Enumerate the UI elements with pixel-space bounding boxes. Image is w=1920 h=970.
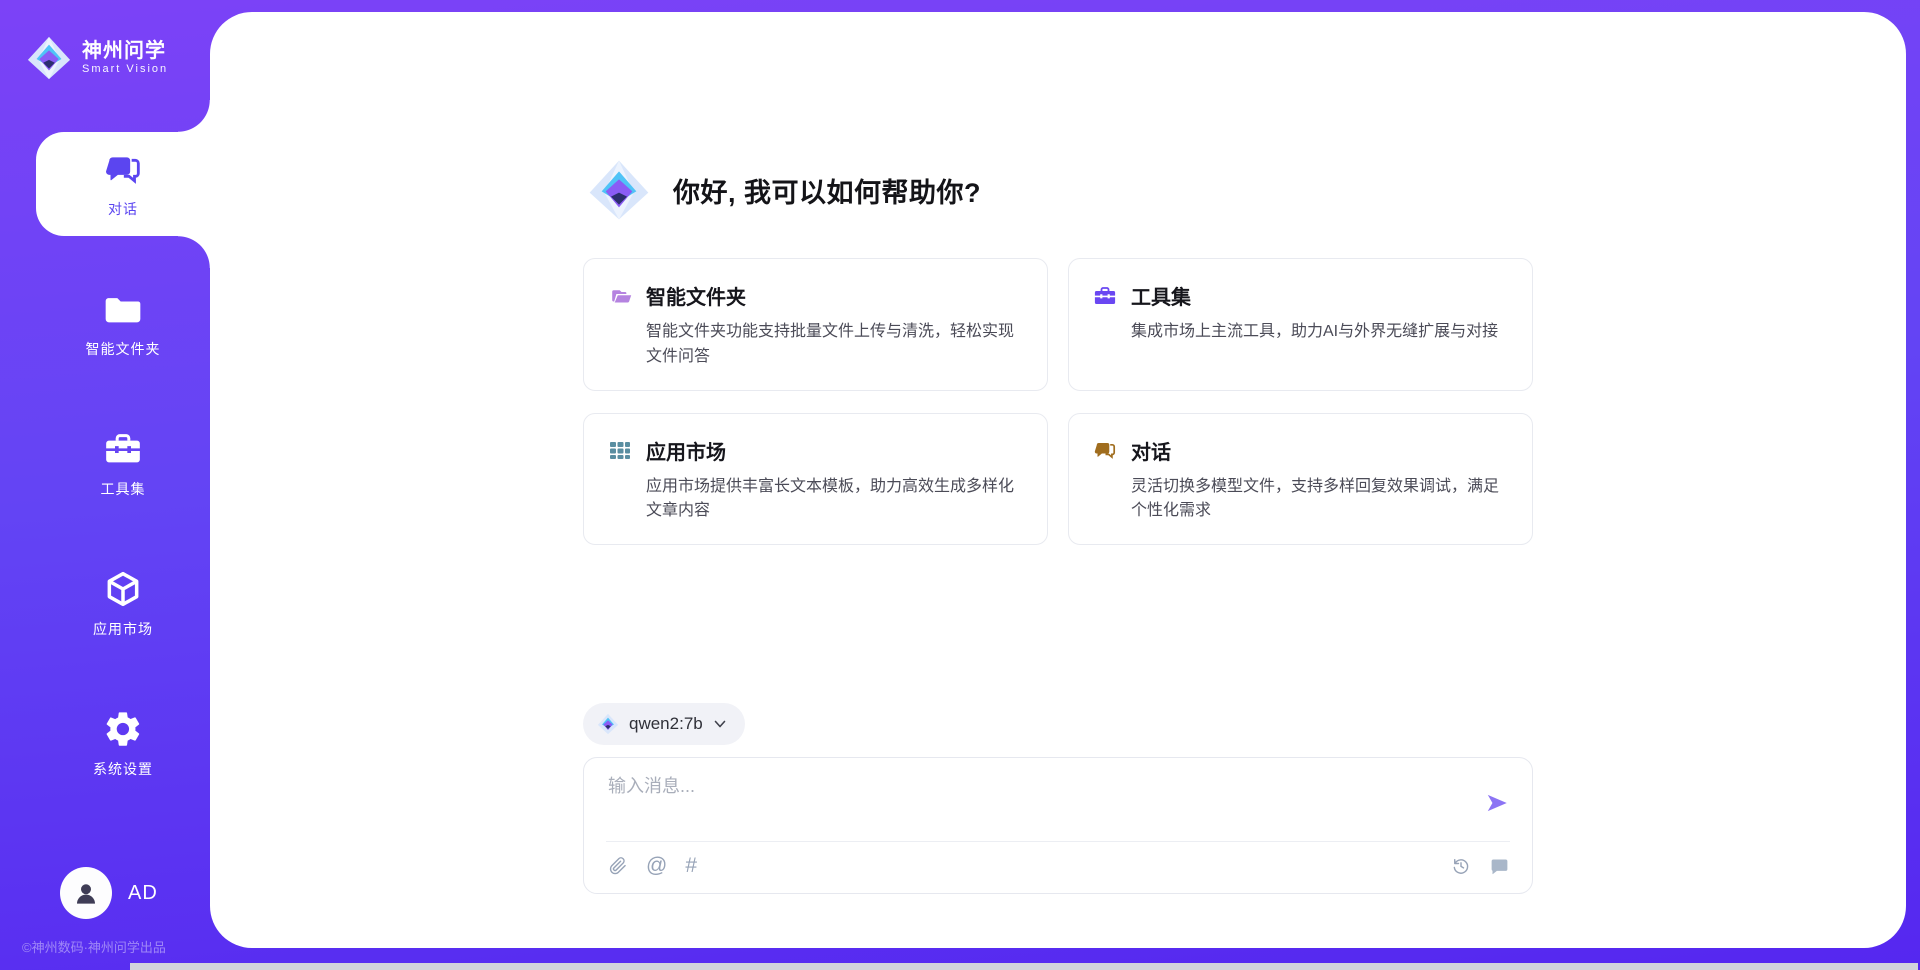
sidebar-item-label: 系统设置 <box>93 759 153 779</box>
card-title: 智能文件夹 <box>646 281 746 310</box>
sidebar-item-label: 应用市场 <box>93 619 153 639</box>
mention-button[interactable]: @ <box>646 854 667 878</box>
card-title: 应用市场 <box>646 436 726 465</box>
folder-icon <box>103 289 143 329</box>
message-input[interactable] <box>608 776 1484 797</box>
sidebar-item-app-market[interactable]: 应用市场 <box>36 552 210 656</box>
card-description: 灵活切换多模型文件，支持多样回复效果调试，满足个性化需求 <box>1131 475 1508 525</box>
horizontal-scrollbar-thumb[interactable] <box>130 963 1918 970</box>
composer: qwen2:7b <box>583 703 1533 934</box>
sidebar-item-toolset[interactable]: 工具集 <box>36 412 210 516</box>
card-description: 应用市场提供丰富长文本模板，助力高效生成多样化文章内容 <box>646 475 1023 525</box>
user-initials: AD <box>128 882 158 905</box>
paperclip-icon <box>608 856 628 876</box>
brand-diamond-icon <box>597 713 619 735</box>
model-name: qwen2:7b <box>629 714 703 734</box>
sidebar: 神州问学 Smart Vision 对话 智能文件夹 工具集 <box>0 0 210 970</box>
person-icon <box>71 878 101 908</box>
card-chat[interactable]: 对话 灵活切换多模型文件，支持多样回复效果调试，满足个性化需求 <box>1068 413 1533 546</box>
brand-diamond-icon <box>26 35 72 81</box>
history-button[interactable] <box>1451 856 1471 876</box>
message-input-box: @ # <box>583 757 1533 894</box>
brand-subtitle: Smart Vision <box>82 63 168 76</box>
sidebar-item-chat[interactable]: 对话 <box>36 132 210 236</box>
greeting-text: 你好, 我可以如何帮助你? <box>673 171 981 210</box>
input-divider <box>606 841 1510 842</box>
brand-text: 神州问学 Smart Vision <box>82 40 168 76</box>
user-profile[interactable]: AD <box>0 867 210 919</box>
sidebar-item-label: 工具集 <box>101 479 146 499</box>
card-app-market[interactable]: 应用市场 应用市场提供丰富长文本模板，助力高效生成多样化文章内容 <box>583 413 1048 546</box>
main-content: 你好, 我可以如何帮助你? 智能文件夹 智能文件夹功能支持批量文件上传与清洗，轻… <box>583 12 1533 934</box>
cube-icon <box>103 569 143 609</box>
brand-diamond-icon <box>587 158 651 222</box>
toolbox-icon <box>103 429 143 469</box>
send-icon <box>1484 790 1510 816</box>
chevron-down-icon <box>713 717 727 731</box>
apps-grid-icon <box>608 438 632 462</box>
attach-button[interactable] <box>608 856 628 876</box>
card-description: 集成市场上主流工具，助力AI与外界无缝扩展与对接 <box>1131 320 1508 345</box>
feature-cards: 智能文件夹 智能文件夹功能支持批量文件上传与清洗，轻松实现文件问答 工具集 集成… <box>583 258 1533 545</box>
sidebar-item-label: 智能文件夹 <box>86 339 161 359</box>
card-title: 对话 <box>1131 436 1171 465</box>
sidebar-item-label: 对话 <box>108 199 138 219</box>
greeting-row: 你好, 我可以如何帮助你? <box>583 158 1533 222</box>
folder-icon <box>608 284 632 308</box>
send-button[interactable] <box>1484 790 1510 819</box>
chat-bubble-icon <box>1489 856 1510 877</box>
topic-button[interactable]: # <box>685 854 697 878</box>
card-smart-folder[interactable]: 智能文件夹 智能文件夹功能支持批量文件上传与清洗，轻松实现文件问答 <box>583 258 1048 391</box>
card-title: 工具集 <box>1131 281 1191 310</box>
sidebar-item-settings[interactable]: 系统设置 <box>36 692 210 796</box>
gear-icon <box>103 709 143 749</box>
chat-icon <box>103 149 143 189</box>
avatar <box>60 867 112 919</box>
brand-name: 神州问学 <box>82 40 168 63</box>
card-toolset[interactable]: 工具集 集成市场上主流工具，助力AI与外界无缝扩展与对接 <box>1068 258 1533 391</box>
toolbox-icon <box>1093 284 1117 308</box>
horizontal-scrollbar <box>0 963 1920 970</box>
history-icon <box>1451 856 1471 876</box>
model-selector[interactable]: qwen2:7b <box>583 703 745 745</box>
main-panel: 你好, 我可以如何帮助你? 智能文件夹 智能文件夹功能支持批量文件上传与清洗，轻… <box>210 12 1906 948</box>
brand: 神州问学 Smart Vision <box>0 0 210 96</box>
sidebar-item-smart-folder[interactable]: 智能文件夹 <box>36 272 210 376</box>
card-description: 智能文件夹功能支持批量文件上传与清洗，轻松实现文件问答 <box>646 320 1023 370</box>
sidebar-nav: 对话 智能文件夹 工具集 应用市场 <box>0 132 210 832</box>
chat-icon <box>1093 438 1117 462</box>
feedback-button[interactable] <box>1489 856 1510 877</box>
